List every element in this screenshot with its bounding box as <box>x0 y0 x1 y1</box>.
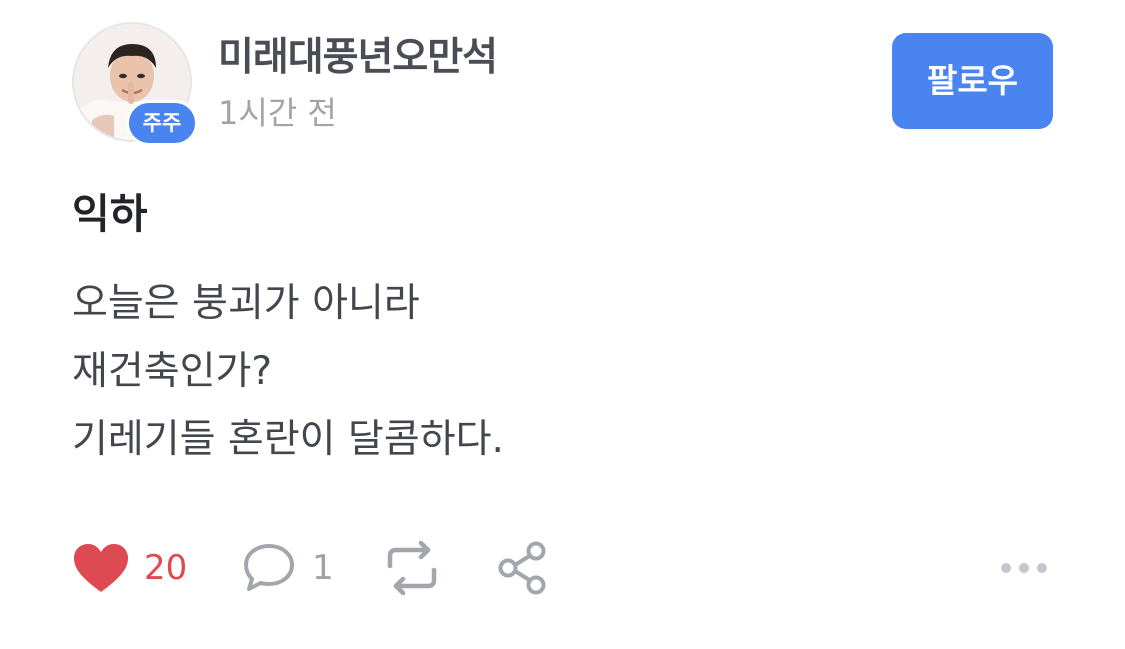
post-body: 오늘은 붕괴가 아니라 재건축인가? 기레기들 혼란이 달콤하다. <box>72 270 504 474</box>
repost-button[interactable] <box>382 536 442 600</box>
post-timestamp: 1시간 전 <box>218 94 337 132</box>
share-button[interactable] <box>496 536 550 600</box>
heart-icon <box>74 544 128 592</box>
like-count: 20 <box>144 548 188 588</box>
post-body-line: 기레기들 혼란이 달콤하다. <box>72 417 504 462</box>
more-icon <box>1001 563 1047 573</box>
comment-icon <box>244 544 294 591</box>
avatar[interactable]: 주주 <box>72 22 198 146</box>
action-bar: 20 1 <box>72 536 1062 600</box>
shareholder-badge: 주주 <box>126 100 198 146</box>
post-body-line: 오늘은 붕괴가 아니라 <box>72 281 420 326</box>
post-card: 주주 미래대풍년오만석 1시간 전 팔로우 익하 오늘은 붕괴가 아니라 재건축… <box>0 0 1125 649</box>
follow-button[interactable]: 팔로우 <box>892 33 1053 129</box>
share-icon <box>498 541 546 595</box>
comment-button[interactable]: 1 <box>242 536 334 600</box>
post-body-line: 재건축인가? <box>72 349 273 394</box>
repost-icon <box>387 540 437 596</box>
like-button[interactable]: 20 <box>72 536 187 600</box>
comment-count: 1 <box>312 548 334 588</box>
post-title: 익하 <box>72 190 148 238</box>
author-name[interactable]: 미래대풍년오만석 <box>218 26 498 82</box>
more-options-button[interactable] <box>1000 536 1048 600</box>
